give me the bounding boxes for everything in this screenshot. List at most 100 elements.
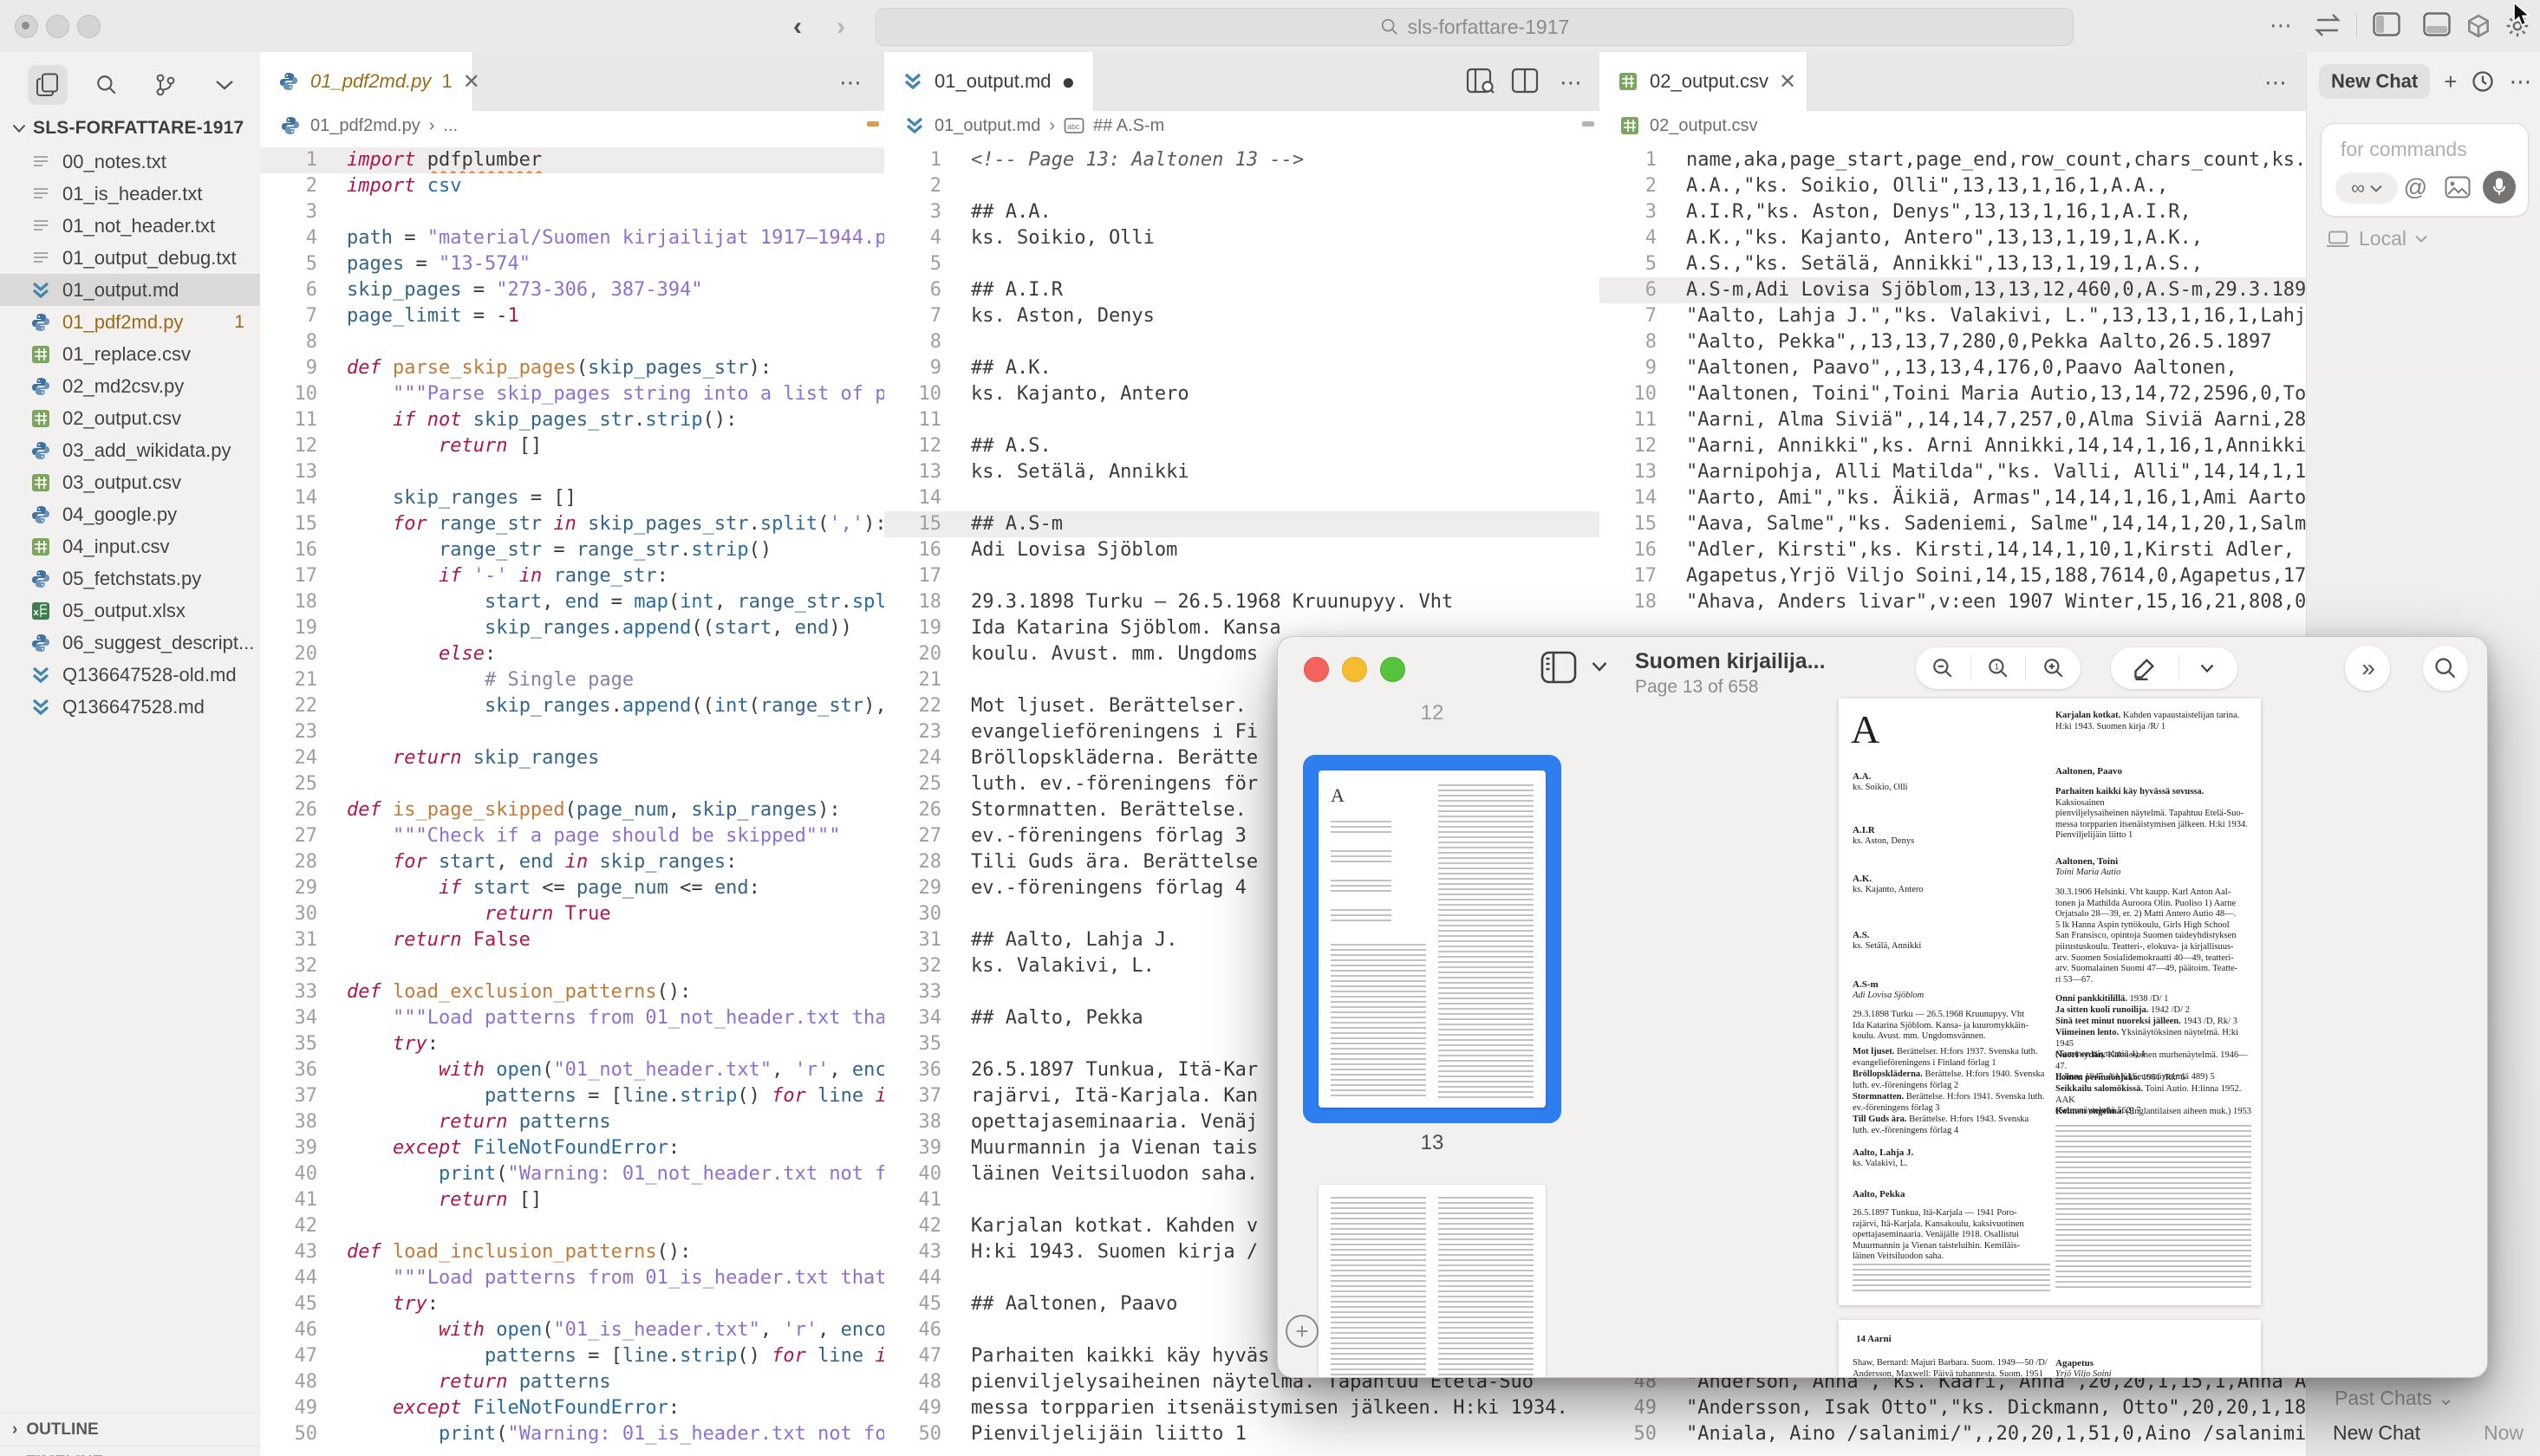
pdf-text-block	[1853, 1264, 2050, 1293]
code-line: 46 with open("01_is_header.txt", 'r', en…	[260, 1317, 884, 1343]
tab-02-output-csv[interactable]: 02_output.csv ✕	[1599, 52, 1807, 111]
line-number: 20	[884, 641, 971, 667]
thumbnail-14[interactable]	[1319, 1185, 1546, 1378]
tab-01-output-md[interactable]: 01_output.md ●	[884, 52, 1094, 111]
code-line: 42	[260, 1213, 884, 1239]
toggle-sidebar-icon[interactable]	[2373, 12, 2400, 36]
zoom-window-button[interactable]	[1380, 657, 1405, 682]
editor-actions-more-icon[interactable]: ⋯	[1560, 69, 1584, 96]
file-item-04_input.csv[interactable]: 04_input.csv	[0, 530, 260, 562]
close-window-button[interactable]	[15, 15, 38, 38]
file-item-04_google.py[interactable]: 04_google.py	[0, 498, 260, 530]
line-number: 1	[1599, 147, 1686, 173]
preview-sidebar-toggle[interactable]	[1537, 647, 1580, 687]
minimize-window-button[interactable]	[46, 15, 69, 38]
search-sidebar-icon[interactable]	[87, 65, 127, 105]
line-number: 3	[884, 199, 971, 225]
markup-pencil-button[interactable]	[2111, 656, 2179, 680]
zoom-out-button[interactable]	[1916, 657, 1970, 679]
tab-01-pdf2md-py[interactable]: 01_pdf2md.py 1 ✕	[260, 52, 473, 111]
chat-input-card[interactable]: for commands ∞ @	[2321, 123, 2529, 217]
more-actions-icon[interactable]: ⋯	[2270, 12, 2294, 39]
line-number: 43	[884, 1239, 971, 1265]
code-line: 4path = "material/Suomen kirjailijat 191…	[260, 225, 884, 251]
scrollbar-mark[interactable]	[1582, 121, 1594, 127]
sync-arrows-icon[interactable]	[2313, 12, 2342, 38]
local-mode-selector[interactable]: Local	[2326, 227, 2427, 250]
line-number: 31	[884, 927, 971, 953]
code-line: 2A.A.,"ks. Soikio, Olli",13,13,1,16,1,A.…	[1599, 173, 2306, 199]
file-item-01_not_header.txt[interactable]: 01_not_header.txt	[0, 210, 260, 242]
toggle-panel-icon[interactable]	[2423, 12, 2451, 36]
line-number: 4	[260, 225, 347, 251]
file-item-03_add_wikidata.py[interactable]: 03_add_wikidata.py	[0, 434, 260, 466]
voice-mic-button[interactable]	[2483, 171, 2516, 204]
sidebar-more-chevron-icon[interactable]	[205, 65, 244, 105]
line-number: 2	[260, 173, 347, 199]
file-item-05_fetchstats.py[interactable]: 05_fetchstats.py	[0, 562, 260, 595]
file-item-01_pdf2md.py[interactable]: 01_pdf2md.py1	[0, 306, 260, 338]
command-center-search[interactable]: sls-forfattare-1917	[876, 8, 2074, 46]
close-tab-icon[interactable]: ✕	[1779, 69, 1796, 94]
mouse-cursor	[2512, 2, 2535, 28]
file-item-02_output.csv[interactable]: 02_output.csv	[0, 402, 260, 434]
extensions-cube-icon[interactable]	[2465, 12, 2492, 40]
file-item-06_suggest_descript...[interactable]: 06_suggest_descript...	[0, 627, 260, 659]
back-arrow-icon[interactable]: ‹	[793, 12, 802, 42]
file-item-03_output.csv[interactable]: 03_output.csv	[0, 466, 260, 498]
timeline-section[interactable]: › TIMELINE	[0, 1446, 260, 1456]
python-code-editor[interactable]: 1import pdfplumber2import csv34path = "m…	[260, 140, 884, 1456]
markdown-file-icon	[29, 664, 52, 686]
chat-more-icon[interactable]: ⋯	[2509, 68, 2531, 95]
file-item-00_notes.txt[interactable]: 00_notes.txt	[0, 146, 260, 178]
zoom-window-button[interactable]	[77, 15, 101, 38]
new-chat-tab[interactable]: New Chat	[2319, 64, 2430, 99]
zoom-in-button[interactable]	[2026, 657, 2081, 679]
explorer-pages-icon[interactable]	[28, 65, 68, 105]
pdf-page-13: AKarjalan kotkat. Kahden vapaustaistelij…	[1839, 699, 2261, 1305]
python-file-icon	[29, 375, 52, 398]
close-window-button[interactable]	[1304, 657, 1329, 682]
file-item-05_output.xlsx[interactable]: x05_output.xlsx	[0, 595, 260, 627]
file-item-01_output.md[interactable]: 01_output.md	[0, 274, 260, 306]
file-item-01_replace.csv[interactable]: 01_replace.csv	[0, 338, 260, 370]
open-preview-icon[interactable]	[1466, 68, 1495, 94]
chevron-down-icon[interactable]	[1592, 661, 1607, 672]
pdf-text-block: Onni pankkitilillä. 1938 /D/ 1	[2055, 994, 2251, 1005]
add-page-button[interactable]: +	[1286, 1315, 1319, 1348]
add-chat-icon[interactable]: +	[2444, 68, 2457, 95]
source-control-branch-icon[interactable]	[146, 65, 186, 105]
file-item-Q136647528.md[interactable]: Q136647528.md	[0, 691, 260, 723]
explorer-root-folder[interactable]: SLS-FORFATTARE-1917	[0, 111, 260, 146]
outline-section[interactable]: › OUTLINE	[0, 1413, 260, 1446]
preview-search-button[interactable]	[2423, 646, 2468, 691]
file-item-01_is_header.txt[interactable]: 01_is_header.txt	[0, 178, 260, 210]
file-label: 01_replace.csv	[62, 343, 191, 366]
history-clock-icon[interactable]	[2471, 69, 2495, 94]
split-editor-icon[interactable]	[1511, 68, 1539, 94]
thumbnail-13-selected[interactable]: A	[1303, 755, 1561, 1123]
recent-chat-row[interactable]: New Chat Now	[2333, 1421, 2524, 1445]
file-item-02_md2csv.py[interactable]: 02_md2csv.py	[0, 370, 260, 402]
editor-actions-more-icon[interactable]: ⋯	[2264, 69, 2289, 96]
actual-size-button[interactable]: 1	[1971, 657, 2026, 679]
close-tab-icon[interactable]: ✕	[463, 69, 480, 94]
breadcrumb-csv[interactable]: 02_output.csv	[1599, 111, 2306, 140]
csv-file-icon	[29, 343, 52, 366]
mention-at-icon[interactable]: @	[2404, 174, 2427, 201]
model-selector[interactable]: ∞	[2335, 172, 2398, 204]
minimize-window-button[interactable]	[1342, 657, 1367, 682]
breadcrumb-python[interactable]: 01_pdf2md.py › ...	[260, 111, 884, 140]
breadcrumb-markdown[interactable]: 01_output.md › abc ## A.S-m	[884, 111, 1599, 140]
unsaved-dot-icon[interactable]: ●	[1062, 77, 1076, 86]
file-item-01_output_debug.txt[interactable]: 01_output_debug.txt	[0, 242, 260, 274]
markup-chevron-button[interactable]	[2179, 664, 2235, 673]
more-toolbar-items-button[interactable]: »	[2345, 646, 2390, 691]
past-chats-toggle[interactable]: Past Chats ⌄	[2335, 1387, 2454, 1410]
attach-image-icon[interactable]	[2445, 176, 2471, 198]
double-chevron-right-icon: »	[2361, 654, 2374, 682]
editor-actions-more-icon[interactable]: ⋯	[839, 69, 863, 96]
file-item-Q136647528-old.md[interactable]: Q136647528-old.md	[0, 659, 260, 691]
sidebar-toolbar	[0, 59, 260, 111]
forward-arrow-icon[interactable]: ›	[837, 12, 845, 42]
